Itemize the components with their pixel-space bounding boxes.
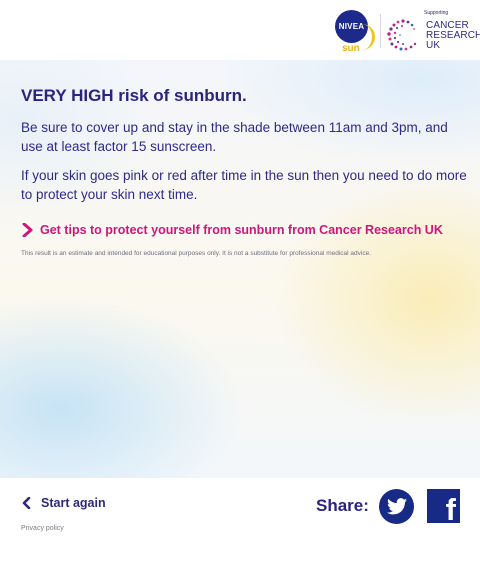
nivea-sun-text: sun <box>342 43 360 54</box>
chevron-left-icon <box>22 497 31 509</box>
cancer-research-uk-logo: Supporting CANCER RESEARCH UK <box>386 10 480 56</box>
chevron-right-icon <box>22 223 33 237</box>
nivea-sun-logo: NIVEA sun <box>335 10 375 56</box>
cruk-wordmark: CANCER RESEARCH UK <box>426 21 480 51</box>
logo-divider <box>380 14 381 48</box>
start-again-button[interactable]: Start again <box>21 496 106 510</box>
facebook-share-button[interactable]: f <box>427 489 460 527</box>
footer: Start again Privacy policy Share: f <box>0 478 480 580</box>
sunburn-tips-label: Get tips to protect yourself from sunbur… <box>40 223 443 237</box>
advice-paragraph-1: Be sure to cover up and stay in the shad… <box>21 120 448 154</box>
share-label: Share: <box>316 496 369 515</box>
twitter-icon <box>386 498 407 515</box>
privacy-policy-link[interactable]: Privacy policy <box>21 525 64 532</box>
start-again-label: Start again <box>41 496 106 510</box>
sunburn-tips-link[interactable]: Get tips to protect yourself from sunbur… <box>21 223 443 237</box>
advice-paragraph-2: If your skin goes pink or red after time… <box>21 168 467 202</box>
cruk-line-3: UK <box>426 40 441 51</box>
header: NIVEA sun Supporting CANCER RESEARCH UK <box>0 0 480 60</box>
risk-title: VERY HIGH risk of sunburn. <box>21 86 247 105</box>
twitter-share-button[interactable] <box>379 489 414 524</box>
sun-arc-icon <box>361 24 375 50</box>
cruk-supporting-text: Supporting <box>424 10 449 16</box>
facebook-icon: f <box>445 492 456 527</box>
result-panel: VERY HIGH risk of sunburn. Be sure to co… <box>0 60 480 478</box>
cruk-logo-mark <box>387 19 417 51</box>
disclaimer-text: This result is an estimate and intended … <box>21 250 371 257</box>
